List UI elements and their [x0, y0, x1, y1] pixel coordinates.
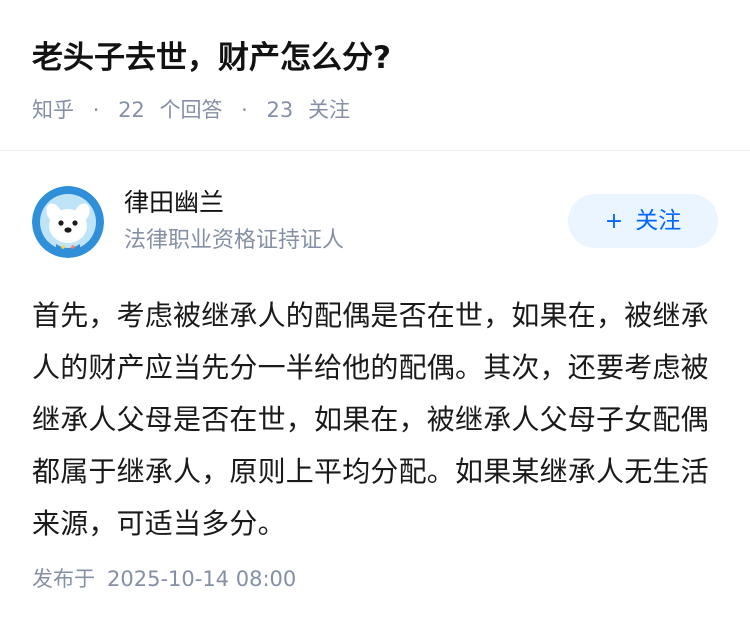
follower-count: 23	[266, 98, 294, 122]
answer-content: 首先，考虑被继承人的配偶是否在世，如果在，被继承人的财产应当先分一半给他的配偶。…	[32, 299, 709, 540]
answer-count-label[interactable]: 个回答	[159, 98, 222, 122]
follower-count-label: 关注	[307, 98, 350, 122]
dog-astronaut-avatar-icon	[32, 186, 104, 258]
meta-separator-dot: ·	[241, 98, 248, 122]
answer-count[interactable]: 22	[118, 98, 145, 122]
source-label[interactable]: 知乎	[32, 98, 74, 122]
question-header: 老头子去世，财产怎么分? 知乎 · 22 个回答 · 23 关注	[32, 36, 718, 122]
author-badge: 法律职业资格证持证人	[124, 228, 345, 253]
follow-button[interactable]: + 关注	[568, 194, 718, 248]
publish-label: 发布于	[32, 567, 95, 591]
publish-info: 发布于 2025-10-14 08:00	[32, 564, 296, 594]
follow-button-label: 关注	[635, 208, 682, 234]
publish-time: 2025-10-14 08:00	[107, 567, 297, 591]
question-title[interactable]: 老头子去世，财产怎么分?	[32, 36, 718, 80]
author-name[interactable]: 律田幽兰	[124, 186, 224, 220]
question-meta: 知乎 · 22 个回答 · 23 关注	[32, 94, 350, 125]
answer-page: 老头子去世，财产怎么分? 知乎 · 22 个回答 · 23 关注 律田幽兰 法律…	[0, 0, 750, 630]
header-divider	[0, 150, 750, 151]
author-info: 律田幽兰 法律职业资格证持证人 + 关注	[32, 186, 718, 258]
plus-icon: +	[604, 209, 624, 234]
author-avatar[interactable]	[32, 186, 104, 258]
meta-separator-dot: ·	[92, 98, 100, 122]
